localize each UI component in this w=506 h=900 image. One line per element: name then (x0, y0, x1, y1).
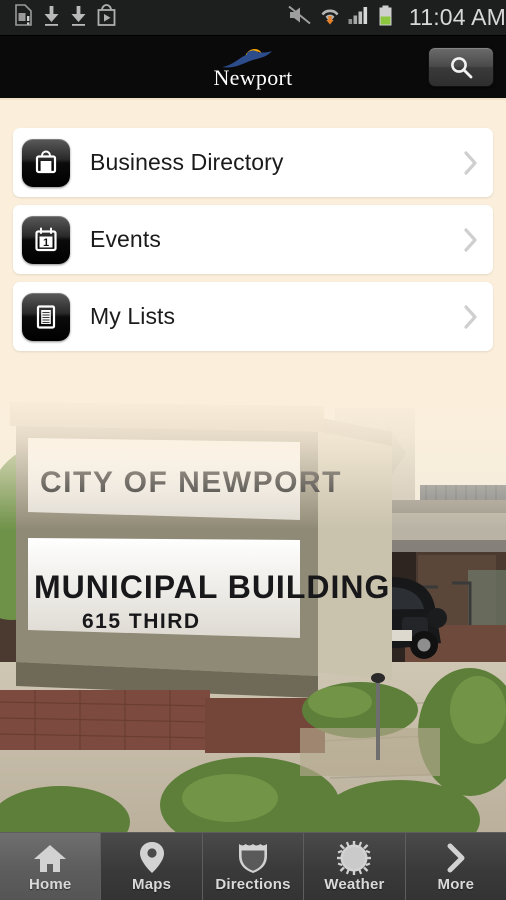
home-icon (32, 841, 68, 875)
tab-label: Weather (324, 875, 385, 893)
menu-item-business-directory[interactable]: Business Directory (13, 128, 493, 197)
sign-line-2: MUNICIPAL BUILDING (34, 569, 390, 605)
mute-icon (288, 5, 312, 30)
menu-item-events[interactable]: 1 Events (13, 205, 493, 274)
calendar-day-number: 1 (43, 237, 49, 249)
briefcase-icon (22, 138, 70, 187)
sign-line-1: CITY OF NEWPORT (40, 466, 342, 499)
tab-label: Maps (132, 875, 172, 893)
sim-card-alert-icon (14, 4, 33, 31)
menu-item-label: Events (90, 226, 161, 252)
status-bar-right-icons (288, 5, 405, 31)
tab-more[interactable]: More (405, 833, 506, 900)
wifi-download-icon (319, 5, 341, 31)
status-bar-clock: 11:04 AM (408, 4, 506, 30)
play-store-icon (97, 4, 116, 31)
calendar-icon: 1 (22, 215, 70, 264)
status-bar-left-icons (0, 4, 116, 31)
chevron-right-icon (463, 150, 479, 176)
tab-label: Directions (215, 875, 291, 893)
chevron-right-icon (443, 841, 469, 875)
tab-maps[interactable]: Maps (101, 833, 203, 900)
tab-home[interactable]: Home (0, 833, 102, 900)
app-header: Newport (0, 36, 506, 100)
status-bar: 11:04 AM (0, 0, 506, 36)
download-icon (43, 5, 60, 31)
tab-label: Home (28, 875, 72, 893)
sun-icon (337, 840, 372, 875)
menu-item-label: My Lists (90, 303, 176, 329)
search-icon (450, 56, 472, 78)
chevron-right-icon (463, 304, 479, 330)
sign-line-3: 615 THIRD (82, 610, 201, 633)
logo-wordmark: Newport (213, 65, 293, 90)
menu-item-my-lists[interactable]: My Lists (13, 282, 493, 351)
tab-label: More (437, 875, 475, 893)
menu-item-label: Business Directory (90, 149, 284, 175)
main-menu-list: Business Directory 1 Events My Lists (0, 128, 506, 359)
search-button[interactable] (428, 47, 494, 87)
bottom-tab-bar: Home Maps Directions Weather More (0, 832, 506, 900)
chevron-right-icon (463, 227, 479, 253)
shield-icon (236, 841, 270, 875)
hero-photo: CITY OF NEWPORT MUNICIPAL BUILDING 615 T… (0, 380, 506, 850)
tab-weather[interactable]: Weather (304, 833, 406, 900)
list-icon (22, 292, 70, 341)
signal-bars-icon (348, 5, 371, 30)
newport-logo: Newport (213, 45, 292, 89)
download-icon (70, 5, 87, 31)
map-pin-icon (138, 841, 166, 875)
tab-directions[interactable]: Directions (202, 833, 305, 900)
battery-icon (378, 5, 393, 31)
